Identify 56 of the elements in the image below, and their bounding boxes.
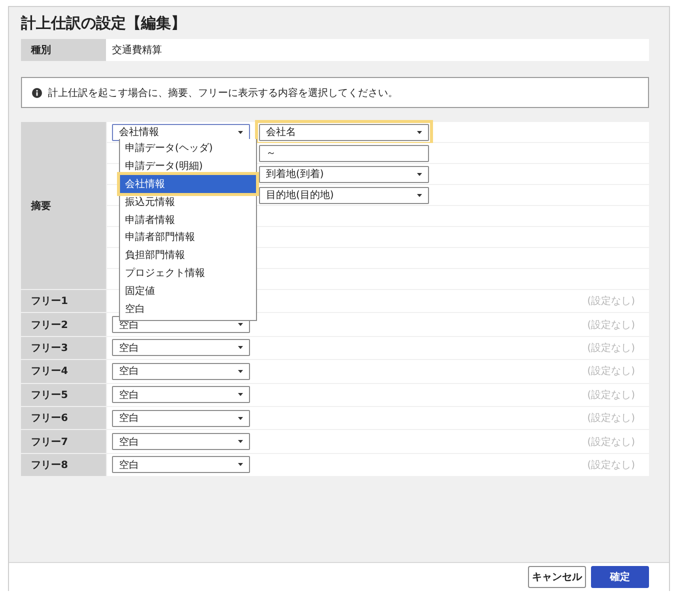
caret-icon (417, 130, 422, 134)
dropdown-option[interactable]: 申請者部門情報 (120, 228, 256, 246)
dropdown-select[interactable]: 目的地(目的地) (259, 186, 429, 204)
info-icon (32, 88, 42, 98)
caret-icon (238, 440, 243, 444)
field-value: 交通費精算 (111, 44, 162, 58)
row-label: フリー7 (21, 430, 106, 453)
dropdown-select[interactable]: 会社名 (259, 124, 429, 140)
row-label: フリー4 (21, 360, 106, 383)
hint-text: (設定なし) (587, 436, 635, 449)
caret-icon (417, 172, 422, 176)
dropdown-select[interactable]: 空白 (112, 362, 250, 380)
row-label: フリー6 (21, 406, 106, 430)
dialog-title: 計上仕訳の設定【編集】 (21, 14, 187, 32)
caret-icon (238, 130, 243, 134)
confirm-button[interactable]: 確定 (591, 566, 649, 588)
dropdown-select[interactable]: 会社情報 (112, 124, 250, 140)
caret-icon (238, 370, 243, 373)
info-message: 計上仕訳を起こす場合に、摘要、フリーに表示する内容を選択してください。 (48, 86, 398, 100)
hint-text: (設定なし) (587, 342, 635, 355)
hint-text: (設定なし) (587, 388, 635, 402)
caret-icon (238, 393, 243, 396)
row-label: フリー5 (21, 384, 106, 406)
caret-icon (238, 323, 243, 326)
dropdown-select[interactable]: 空白 (112, 433, 250, 450)
dropdown-option[interactable]: 会社情報 (120, 174, 256, 193)
text-field[interactable]: ～ (259, 144, 429, 162)
dropdown-select[interactable]: 到着地(到着) (259, 166, 429, 182)
caret-icon (417, 194, 422, 196)
hint-text: (設定なし) (587, 412, 635, 426)
dropdown-option[interactable]: 固定値 (120, 282, 256, 300)
dropdown-option[interactable]: 空白 (120, 300, 256, 318)
cancel-button[interactable]: キャンセル (528, 566, 586, 588)
hint-text: (設定なし) (587, 294, 635, 308)
dropdown-option[interactable]: 申請者情報 (120, 210, 256, 228)
dropdown-option[interactable]: 振込元情報 (120, 192, 256, 211)
caret-icon (238, 416, 243, 420)
caret-icon (238, 346, 243, 350)
hint-text: (設定なし) (587, 458, 635, 472)
row-label: フリー1 (21, 290, 106, 312)
caret-icon (238, 463, 243, 466)
row-label: フリー2 (21, 313, 106, 336)
dropdown-select[interactable]: 空白 (112, 410, 250, 427)
dropdown-option[interactable]: 申請データ(明細) (120, 156, 256, 175)
hint-text: (設定なし) (587, 318, 635, 332)
field-label: 種別 (21, 39, 106, 61)
dropdown-select[interactable]: 空白 (112, 386, 250, 404)
row-label: 摘要 (21, 122, 106, 289)
row-label: フリー3 (21, 336, 106, 360)
hint-text: (設定なし) (587, 364, 635, 378)
dropdown-select[interactable]: 空白 (112, 456, 250, 474)
dropdown-select[interactable]: 空白 (112, 339, 250, 356)
dropdown-option[interactable]: 負担部門情報 (120, 246, 256, 264)
dropdown-option[interactable]: 申請データ(ヘッダ) (120, 139, 256, 157)
dropdown-option[interactable]: プロジェクト情報 (120, 264, 256, 282)
row-label: フリー8 (21, 454, 106, 476)
